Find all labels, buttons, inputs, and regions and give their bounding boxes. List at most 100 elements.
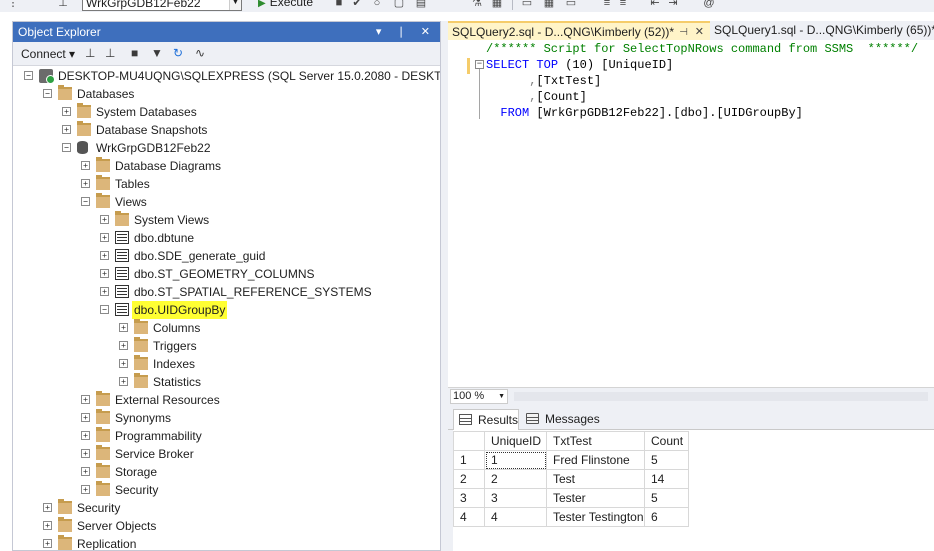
- table-cell[interactable]: 4: [484, 507, 547, 527]
- tree-node[interactable]: + dbo.dbtune: [13, 229, 440, 247]
- collapse-icon[interactable]: −: [81, 197, 90, 206]
- execute-button[interactable]: ▶ Execute: [258, 0, 313, 11]
- stop-icon[interactable]: ■: [332, 0, 346, 10]
- results-to-grid-icon[interactable]: ▦: [542, 0, 556, 10]
- collapse-icon[interactable]: −: [100, 305, 109, 314]
- column-header[interactable]: UniqueID: [484, 431, 547, 451]
- query-editor[interactable]: − /****** Script for SelectTopNRows comm…: [448, 40, 934, 387]
- query-options-icon[interactable]: ▢: [392, 0, 406, 10]
- zoom-dropdown[interactable]: 100 % ▼: [450, 389, 508, 404]
- tab-messages[interactable]: Messages: [521, 409, 600, 430]
- indent-icon[interactable]: ⇥: [666, 0, 680, 10]
- parse-icon[interactable]: ○: [370, 0, 384, 10]
- collapse-icon[interactable]: −: [62, 143, 71, 152]
- tree-node[interactable]: + dbo.ST_GEOMETRY_COLUMNS: [13, 265, 440, 283]
- tree-node[interactable]: + System Databases: [13, 103, 440, 121]
- tab-results[interactable]: Results: [453, 409, 519, 430]
- pin-icon[interactable]: ⊥: [56, 0, 70, 10]
- tree-node[interactable]: + Triggers: [13, 337, 440, 355]
- tree-node[interactable]: − dbo.UIDGroupBy: [13, 301, 440, 319]
- tree-node[interactable]: + System Views: [13, 211, 440, 229]
- results-to-file-icon[interactable]: ▭: [564, 0, 578, 10]
- expand-icon[interactable]: +: [100, 287, 109, 296]
- table-cell[interactable]: Fred Flinstone: [546, 450, 645, 470]
- stop-icon[interactable]: ■: [131, 46, 138, 60]
- expand-icon[interactable]: +: [43, 521, 52, 530]
- filter-icon[interactable]: ▼: [151, 46, 163, 60]
- comment-icon[interactable]: ≡: [600, 0, 614, 10]
- row-number[interactable]: 3: [453, 488, 485, 508]
- tree-node[interactable]: − Databases: [13, 85, 440, 103]
- tree-node[interactable]: − WrkGrpGDB12Feb22: [13, 139, 440, 157]
- activity-monitor-icon[interactable]: ∿: [195, 46, 205, 60]
- expand-icon[interactable]: +: [119, 341, 128, 350]
- check-icon[interactable]: ✔: [350, 0, 364, 10]
- table-cell[interactable]: 1: [484, 450, 547, 470]
- expand-icon[interactable]: +: [81, 431, 90, 440]
- expand-icon[interactable]: +: [62, 107, 71, 116]
- expand-icon[interactable]: +: [100, 269, 109, 278]
- tree-node[interactable]: − DESKTOP-MU4UQNG\SQLEXPRESS (SQL Server …: [13, 67, 440, 85]
- table-cell[interactable]: 2: [484, 469, 547, 489]
- column-header[interactable]: TxtTest: [546, 431, 645, 451]
- expand-icon[interactable]: +: [100, 233, 109, 242]
- tree-node[interactable]: + Tables: [13, 175, 440, 193]
- expand-icon[interactable]: +: [119, 377, 128, 386]
- expand-icon[interactable]: +: [81, 467, 90, 476]
- expand-icon[interactable]: +: [43, 539, 52, 548]
- estimated-plan-icon[interactable]: ⚗: [470, 0, 484, 10]
- panel-window-buttons[interactable]: ▾ ❘ ✕: [376, 22, 436, 42]
- expand-icon[interactable]: +: [119, 323, 128, 332]
- refresh-icon[interactable]: ↻: [173, 46, 183, 60]
- connect-button[interactable]: Connect ▾: [21, 47, 75, 61]
- chevron-down-icon[interactable]: ▼: [229, 0, 241, 10]
- collapse-icon[interactable]: −: [24, 71, 33, 80]
- tree-node[interactable]: + Storage: [13, 463, 440, 481]
- pin-icon[interactable]: ⊣: [679, 23, 688, 40]
- row-number[interactable]: 4: [453, 507, 485, 527]
- tree-node[interactable]: + Columns: [13, 319, 440, 337]
- uncomment-icon[interactable]: ≡: [616, 0, 630, 10]
- expand-icon[interactable]: +: [81, 395, 90, 404]
- table-cell[interactable]: 5: [644, 488, 689, 508]
- expand-icon[interactable]: +: [100, 251, 109, 260]
- tree-node[interactable]: + Database Snapshots: [13, 121, 440, 139]
- table-cell[interactable]: 14: [644, 469, 689, 489]
- table-cell[interactable]: 3: [484, 488, 547, 508]
- tree-node[interactable]: + Database Diagrams: [13, 157, 440, 175]
- row-number[interactable]: 1: [453, 450, 485, 470]
- expand-icon[interactable]: +: [81, 449, 90, 458]
- panel-splitter[interactable]: [441, 21, 448, 551]
- expand-icon[interactable]: +: [81, 485, 90, 494]
- row-number[interactable]: 2: [453, 469, 485, 489]
- expand-icon[interactable]: +: [100, 215, 109, 224]
- specify-values-icon[interactable]: @: [702, 0, 716, 10]
- tree-node[interactable]: + dbo.SDE_generate_guid: [13, 247, 440, 265]
- live-stats-icon[interactable]: ▦: [490, 0, 504, 10]
- table-cell[interactable]: 6: [644, 507, 689, 527]
- expand-icon[interactable]: +: [81, 179, 90, 188]
- tree-node[interactable]: + Replication: [13, 535, 440, 550]
- table-cell[interactable]: 5: [644, 450, 689, 470]
- database-selector[interactable]: WrkGrpGDB12Feb22 ▼: [82, 0, 242, 11]
- table-cell[interactable]: Tester: [546, 488, 645, 508]
- outdent-icon[interactable]: ⇤: [648, 0, 662, 10]
- grid-corner[interactable]: [453, 431, 485, 451]
- connect-plug-icon[interactable]: ⊥: [85, 46, 95, 60]
- expand-icon[interactable]: +: [81, 413, 90, 422]
- expand-icon[interactable]: +: [43, 503, 52, 512]
- tree-node[interactable]: + External Resources: [13, 391, 440, 409]
- tree-node[interactable]: + Programmability: [13, 427, 440, 445]
- expand-icon[interactable]: +: [81, 161, 90, 170]
- tree-node[interactable]: + Security: [13, 481, 440, 499]
- intellisense-icon[interactable]: ▤: [414, 0, 428, 10]
- table-cell[interactable]: Test: [546, 469, 645, 489]
- close-icon[interactable]: ✕: [695, 23, 704, 40]
- tree-node[interactable]: + Indexes: [13, 355, 440, 373]
- tree-node[interactable]: + Statistics: [13, 373, 440, 391]
- table-cell[interactable]: Tester Testington: [546, 507, 645, 527]
- tree-node[interactable]: − Views: [13, 193, 440, 211]
- collapse-icon[interactable]: −: [475, 60, 484, 69]
- column-header[interactable]: Count: [644, 431, 689, 451]
- expand-icon[interactable]: +: [119, 359, 128, 368]
